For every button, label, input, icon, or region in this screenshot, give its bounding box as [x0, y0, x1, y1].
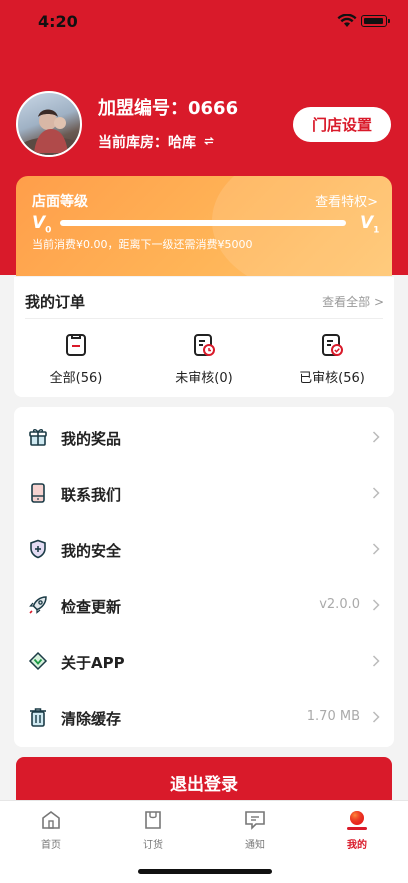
order-pending-label: 未审核(0) — [175, 371, 233, 386]
next-level-number: 1 — [373, 225, 380, 236]
shield-icon — [30, 539, 46, 559]
avatar[interactable] — [16, 91, 82, 157]
menu-item-my-prizes[interactable]: 我的奖品 — [14, 409, 394, 465]
store-level-card: 店面等级 查看特权> V0 V1 当前消费¥0.00，距离下一级还需消费¥500… — [16, 176, 392, 276]
chevron-right-icon — [372, 599, 380, 611]
gift-icon — [29, 429, 47, 446]
menu-item-contact-us[interactable]: 联系我们 — [14, 465, 394, 521]
status-time: 4:20 — [38, 12, 78, 31]
order-filter-pending[interactable]: 未审核(0) — [154, 333, 254, 386]
tab-mine[interactable]: 我的 — [327, 809, 387, 851]
menu-value-app-version: v2.0.0 — [319, 597, 360, 612]
settings-menu-card: 我的奖品 联系我们 我的安全 检查更新 v2.0.0 关于APP 清除缓存 1.… — [14, 407, 394, 747]
trash-icon — [30, 708, 46, 727]
tab-order[interactable]: 订货 — [123, 809, 183, 851]
tab-mine-label: 我的 — [347, 840, 367, 851]
franchise-number: 加盟编号：0666 — [98, 98, 239, 119]
my-orders-title: 我的订单 — [25, 293, 86, 311]
order-filter-all[interactable]: 全部(56) — [26, 333, 126, 386]
phone-icon — [31, 483, 45, 503]
tab-notifications[interactable]: 通知 — [225, 809, 285, 851]
my-orders-card: 我的订单 查看全部 > 全部(56) 未审核(0) 已审核(56) — [14, 277, 394, 397]
home-icon — [42, 811, 60, 829]
menu-item-my-security[interactable]: 我的安全 — [14, 521, 394, 577]
menu-label-clear-cache: 清除缓存 — [61, 710, 122, 728]
wifi-icon — [337, 14, 357, 27]
app-logo-icon — [28, 651, 48, 671]
chevron-right-icon — [372, 655, 380, 667]
menu-item-clear-cache[interactable]: 清除缓存 1.70 MB — [14, 689, 394, 745]
home-indicator — [138, 869, 272, 874]
next-level-mark: V1 — [360, 213, 379, 235]
tab-home-label: 首页 — [41, 840, 61, 851]
menu-label-my-security: 我的安全 — [61, 542, 122, 560]
tab-notifications-label: 通知 — [245, 840, 265, 851]
next-level-letter: V — [360, 213, 374, 233]
tab-order-label: 订货 — [143, 840, 163, 851]
menu-value-cache-size: 1.70 MB — [306, 709, 360, 724]
chevron-right-icon — [372, 543, 380, 555]
message-icon — [245, 811, 265, 830]
store-settings-button[interactable]: 门店设置 — [293, 107, 391, 142]
order-pending-icon — [194, 334, 215, 356]
menu-label-check-update: 检查更新 — [61, 598, 122, 616]
chevron-right-icon — [372, 711, 380, 723]
order-approved-label: 已审核(56) — [299, 371, 365, 386]
chevron-right-icon — [372, 487, 380, 499]
menu-label-my-prizes: 我的奖品 — [61, 430, 122, 448]
menu-item-check-update[interactable]: 检查更新 v2.0.0 — [14, 577, 394, 633]
store-level-title: 店面等级 — [32, 194, 88, 210]
current-warehouse: 当前库房：哈库 — [98, 135, 196, 151]
chevron-right-icon — [372, 431, 380, 443]
battery-icon — [361, 15, 387, 27]
status-bar: 4:20 — [0, 0, 408, 44]
menu-label-contact-us: 联系我们 — [61, 486, 122, 504]
switch-warehouse-icon[interactable] — [203, 136, 215, 146]
current-level-mark: V0 — [32, 213, 51, 235]
order-filter-approved[interactable]: 已审核(56) — [282, 333, 382, 386]
order-all-icon — [66, 334, 86, 356]
level-progress-note: 当前消费¥0.00，距离下一级还需消费¥5000 — [32, 238, 253, 251]
level-progress-bar — [60, 220, 346, 226]
current-level-number: 0 — [45, 225, 52, 236]
battery-tip — [388, 19, 390, 23]
view-privileges-link[interactable]: 查看特权> — [315, 191, 378, 210]
bag-icon — [145, 811, 161, 829]
tab-home[interactable]: 首页 — [21, 809, 81, 851]
divider — [25, 318, 383, 319]
view-all-orders-link[interactable]: 查看全部 > — [322, 293, 384, 310]
order-all-label: 全部(56) — [49, 371, 103, 386]
order-approved-icon — [322, 334, 343, 356]
rocket-icon — [29, 596, 47, 614]
menu-label-about-app: 关于APP — [61, 654, 125, 672]
profile-icon — [347, 811, 367, 830]
current-level-letter: V — [32, 213, 46, 233]
menu-item-about-app[interactable]: 关于APP — [14, 633, 394, 689]
